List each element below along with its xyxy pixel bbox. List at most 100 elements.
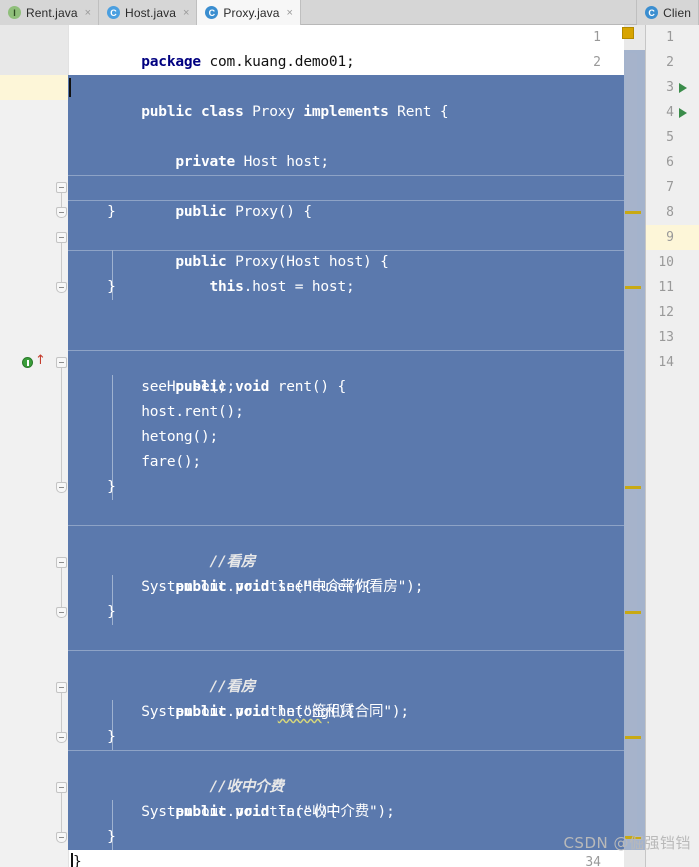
fold-collapse-icon[interactable] <box>56 557 67 568</box>
token-keyword: package <box>141 54 201 70</box>
class-file-icon: C <box>205 6 219 19</box>
override-up-arrow-icon[interactable]: ↑ <box>35 354 46 368</box>
token-text: .host = host; <box>243 279 355 295</box>
code-text-area[interactable]: package com.kuang.demo01; public class P… <box>68 25 645 867</box>
line-number: 13 <box>658 330 674 345</box>
line-number: 1 <box>666 30 674 45</box>
code-line-32: System.out.println("收中介费"); <box>73 804 395 820</box>
token-text: Rent { <box>388 104 449 120</box>
code-line-29: } <box>73 729 116 745</box>
line-number: 10 <box>658 255 674 270</box>
fold-region-line <box>61 243 62 282</box>
token-keyword: implements <box>303 104 389 120</box>
fold-collapse-icon[interactable] <box>56 182 67 193</box>
warning-stripe[interactable] <box>625 286 641 289</box>
code-line-16: host.rent(); <box>73 404 244 420</box>
tab-label: Rent.java <box>26 5 78 20</box>
run-method-icon[interactable] <box>679 83 687 93</box>
text-caret-end <box>71 853 73 867</box>
code-line-30: //收中介费 <box>73 750 283 795</box>
code-line-18: fare(); <box>73 454 201 470</box>
code-line-1: package com.kuang.demo01; <box>73 25 354 70</box>
fold-collapse-icon[interactable] <box>56 682 67 693</box>
tab-label: Clien <box>663 5 691 20</box>
warning-stripe[interactable] <box>625 211 641 214</box>
warning-stripe[interactable] <box>625 736 641 739</box>
class-file-icon: C <box>645 6 659 19</box>
line-number: 8 <box>666 205 674 220</box>
code-line-35: } <box>73 854 82 867</box>
fold-region-line <box>61 793 62 832</box>
line-number: 4 <box>666 105 674 120</box>
fold-region-line <box>61 693 62 732</box>
code-line-23: System.out.println("中介带你看房"); <box>73 579 424 595</box>
token-text: Proxy() { <box>226 204 312 220</box>
implemented-method-icon[interactable] <box>22 357 34 369</box>
tab-label: Proxy.java <box>223 5 280 20</box>
csdn-watermark: CSDN @倔强铛铛 <box>563 834 691 852</box>
fold-region-line <box>61 568 62 607</box>
fold-end-icon[interactable] <box>56 832 67 843</box>
code-line-24: } <box>73 604 116 620</box>
code-line-19: } <box>73 479 116 495</box>
fold-end-icon[interactable] <box>56 207 67 218</box>
editor-marker-scrollbar[interactable] <box>624 25 645 867</box>
code-line-22: public void seeHouse(){ <box>73 550 371 595</box>
fold-end-icon[interactable] <box>56 282 67 293</box>
fold-end-icon[interactable] <box>56 482 67 493</box>
close-icon[interactable]: × <box>287 7 293 19</box>
code-line-11: } <box>73 279 116 295</box>
code-line-28: System.out.println("签租赁合同"); <box>73 704 409 720</box>
tab-bar-empty-space <box>300 0 638 24</box>
fold-region-line <box>61 368 62 482</box>
token-text: com.kuang.demo01; <box>200 54 355 70</box>
code-line-27: public void hetong(){ <box>73 675 354 720</box>
tab-client-java[interactable]: C Clien <box>637 0 699 25</box>
tab-proxy-java[interactable]: C Proxy.java × <box>197 0 301 25</box>
close-icon[interactable]: × <box>183 7 189 19</box>
fold-collapse-icon[interactable] <box>56 782 67 793</box>
code-line-9: public Proxy(Host host) { <box>73 225 388 270</box>
fold-collapse-icon[interactable] <box>56 357 67 368</box>
fold-collapse-icon[interactable] <box>56 232 67 243</box>
token-keyword: this <box>209 279 244 295</box>
code-line-10: this.host = host; <box>73 250 355 295</box>
token-keyword: public class <box>141 104 244 120</box>
code-line-21: //看房 <box>73 525 255 570</box>
tab-rent-java[interactable]: I Rent.java × <box>0 0 100 25</box>
text-caret <box>69 78 71 97</box>
token-keyword: public <box>175 204 227 220</box>
line-number: 11 <box>658 280 674 295</box>
code-editor-proxy-java[interactable]: 1234567891011121314151617181920212223242… <box>0 25 645 867</box>
line-number: 7 <box>666 180 674 195</box>
token-text: rent() { <box>269 379 346 395</box>
token-text: Host host; <box>235 154 330 170</box>
close-icon[interactable]: × <box>85 7 91 19</box>
token-text: Proxy <box>243 104 304 120</box>
fold-end-icon[interactable] <box>56 607 67 618</box>
code-line-15: seeHouse(); <box>73 379 236 395</box>
code-line-14: public void rent() { <box>73 350 346 395</box>
warning-stripe[interactable] <box>625 486 641 489</box>
warning-indicator-icon[interactable] <box>622 27 634 39</box>
line-number: 5 <box>666 130 674 145</box>
tab-label: Host.java <box>125 5 176 20</box>
fold-end-icon[interactable] <box>56 732 67 743</box>
vertical-scrollbar-thumb[interactable] <box>626 53 637 843</box>
warning-stripe[interactable] <box>625 611 641 614</box>
gutter-top-shade <box>0 25 68 75</box>
line-number: 9 <box>666 230 674 245</box>
code-line-5: private Host host; <box>73 125 329 170</box>
line-number: 3 <box>666 80 674 95</box>
code-editor-client-java[interactable]: 1 2 3 4 5 6 7 8 9 10 11 12 13 14 <box>645 25 699 867</box>
line-number: 14 <box>658 355 674 370</box>
ide-window: I Rent.java × C Host.java × C Proxy.java… <box>0 0 699 867</box>
line-number: 12 <box>658 305 674 320</box>
code-line-3: public class Proxy implements Rent { <box>73 75 448 120</box>
interface-file-icon: I <box>8 6 21 19</box>
tab-host-java[interactable]: C Host.java × <box>99 0 198 25</box>
run-method-icon[interactable] <box>679 108 687 118</box>
